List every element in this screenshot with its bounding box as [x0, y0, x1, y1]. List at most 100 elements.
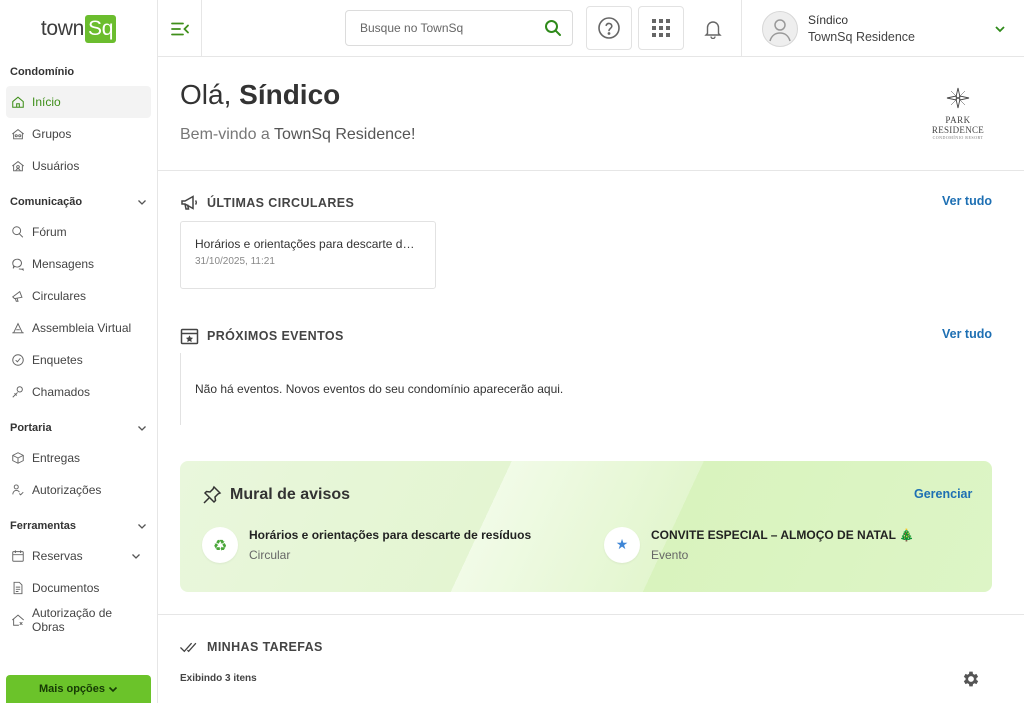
notice-item-type: Circular [249, 548, 291, 562]
sidebar-item-autorizacoes[interactable]: Autorizações [6, 474, 151, 506]
notice-item-title: Horários e orientações para descarte de … [249, 528, 532, 542]
sidebar-item-obras[interactable]: Autorização de Obras [6, 604, 151, 636]
section-label: Portaria [10, 422, 52, 434]
sidebar-item-label: Circulares [32, 289, 87, 303]
help-icon [598, 17, 620, 39]
circulares-see-all-link[interactable]: Ver tudo [942, 194, 992, 208]
tasks-divider [158, 614, 1024, 615]
user-condominium: TownSq Residence [808, 30, 916, 44]
condo-logo-line2: RESIDENCE [931, 125, 985, 135]
section-label: Ferramentas [10, 520, 77, 532]
chevron-down-icon [108, 686, 118, 693]
top-header: Síndico TownSq Residence [158, 0, 1024, 57]
calendar-star-icon [180, 328, 199, 345]
home-icon [12, 96, 24, 108]
tarefas-title: MINHAS TAREFAS [180, 638, 323, 656]
sidebar-item-forum[interactable]: Fórum [6, 216, 151, 248]
sidebar-item-enquetes[interactable]: Enquetes [6, 344, 151, 376]
search-icon[interactable] [544, 19, 562, 37]
chevron-down-icon [138, 200, 146, 205]
condo-logo-line1: PARK [945, 115, 971, 125]
sidebar-item-label: Enquetes [32, 353, 83, 367]
user-avatar-icon [769, 18, 791, 41]
sidebar-item-label: Autorizações [32, 483, 102, 497]
greeting-name: Síndico [239, 79, 341, 110]
main-content: Olá, Síndico Bem-vindo a TownSq Residenc… [158, 57, 1024, 703]
calendar-icon [12, 550, 24, 562]
menu-toggle-button[interactable] [158, 0, 202, 57]
manage-notices-link[interactable]: Gerenciar [914, 487, 972, 501]
sidebar-item-mensagens[interactable]: Mensagens [6, 248, 151, 280]
logo-box: Sq [85, 14, 117, 43]
avatar [762, 10, 798, 47]
welcome-prefix: Bem-vindo a [180, 126, 274, 143]
sidebar-item-grupos[interactable]: Grupos [6, 118, 151, 150]
circulares-title: ÚLTIMAS CIRCULARES [180, 194, 354, 212]
recycle-icon: ♻ [212, 535, 228, 555]
circular-card[interactable]: Horários e orientações para descarte de … [180, 221, 436, 289]
users-icon [12, 161, 24, 172]
section-comunicacao[interactable]: Comunicação [0, 188, 157, 216]
sidebar-item-label: Reservas [32, 549, 83, 563]
sidebar-item-label: Usuários [32, 159, 80, 173]
compass-star-icon [946, 87, 970, 109]
sidebar-item-label: Documentos [32, 581, 100, 595]
megaphone-icon [12, 290, 23, 302]
more-options-button[interactable]: Mais opções [6, 675, 151, 703]
double-check-icon [180, 642, 197, 653]
construction-icon [12, 614, 24, 626]
bell-icon [704, 20, 722, 39]
menu-collapse-icon [170, 22, 189, 35]
gear-icon[interactable] [961, 669, 981, 689]
section-label: Condomínio [10, 66, 75, 78]
eventos-see-all-link[interactable]: Ver tudo [942, 327, 992, 341]
help-button[interactable] [586, 6, 632, 50]
sidebar-item-assembleia[interactable]: Assembleia Virtual [6, 312, 151, 344]
sidebar-item-label: Início [32, 95, 61, 109]
notifications-button[interactable] [692, 0, 734, 57]
welcome-text: Bem-vindo a TownSq Residence! [180, 126, 415, 144]
notice-board-label: Mural de avisos [230, 486, 351, 503]
megaphone-icon [181, 195, 198, 210]
chevron-down-icon [138, 524, 146, 529]
section-ferramentas[interactable]: Ferramentas [0, 512, 157, 540]
sidebar-item-inicio[interactable]: Início [6, 86, 151, 118]
chevron-down-icon [995, 25, 1005, 32]
circular-date: 31/10/2025, 11:21 [195, 256, 275, 267]
section-portaria[interactable]: Portaria [0, 414, 157, 442]
section-label: PRÓXIMOS EVENTOS [207, 329, 344, 343]
search-box [345, 10, 573, 46]
notice-item[interactable]: ♻ Horários e orientações para descarte d… [202, 527, 531, 563]
poll-icon [12, 354, 24, 366]
notice-board: Mural de avisos Gerenciar ♻ Horários e o… [180, 461, 992, 592]
user-menu[interactable]: Síndico TownSq Residence [741, 0, 1024, 57]
chevron-down-icon [138, 426, 146, 431]
header-divider [158, 170, 1024, 171]
package-icon [12, 452, 24, 464]
events-empty-message: Não há eventos. Novos eventos do seu con… [180, 353, 563, 425]
sidebar-item-entregas[interactable]: Entregas [6, 442, 151, 474]
townsq-logo[interactable]: town Sq [0, 0, 157, 57]
assembly-icon [12, 322, 24, 334]
search-input[interactable] [360, 21, 544, 35]
notice-item-icon: ★ [604, 527, 640, 563]
section-condominio: Condomínio [0, 58, 157, 86]
section-label: Comunicação [10, 196, 83, 208]
welcome-condo: TownSq Residence! [273, 126, 416, 143]
star-icon: ★ [615, 537, 629, 553]
notice-item[interactable]: ★ CONVITE ESPECIAL – ALMOÇO DE NATAL 🎄 E… [604, 527, 914, 563]
sidebar-item-chamados[interactable]: Chamados [6, 376, 151, 408]
section-label: MINHAS TAREFAS [207, 640, 323, 654]
apps-button[interactable] [638, 6, 684, 50]
sidebar: town Sq Condomínio Início Grupos Usuários… [0, 0, 158, 703]
authorization-icon [12, 484, 24, 496]
logo-text: town [40, 16, 85, 40]
sidebar-item-label: Autorização de Obras [32, 606, 113, 634]
more-options-label: Mais opções [38, 683, 106, 695]
sidebar-item-circulares[interactable]: Circulares [6, 280, 151, 312]
chevron-down-icon[interactable] [131, 551, 141, 561]
user-name: Síndico [808, 13, 849, 27]
sidebar-item-documentos[interactable]: Documentos [6, 572, 151, 604]
sidebar-item-usuarios[interactable]: Usuários [6, 150, 151, 182]
sidebar-item-reservas[interactable]: Reservas [6, 540, 151, 572]
